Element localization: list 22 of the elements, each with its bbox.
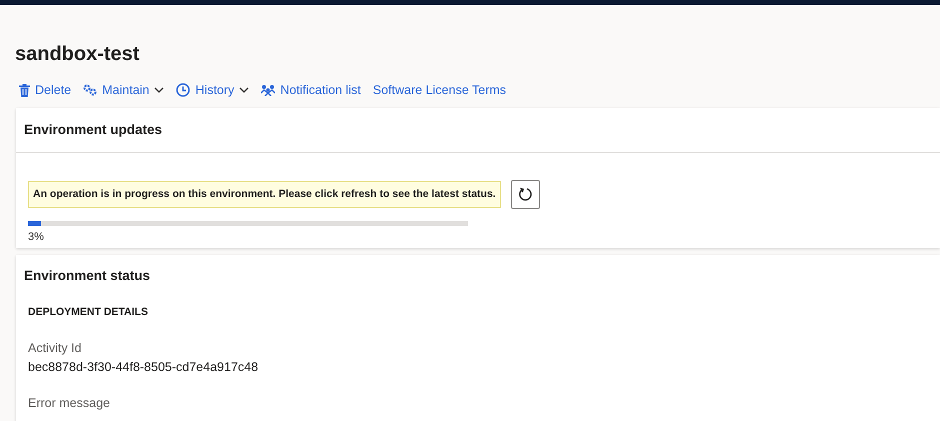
field-value: bec8878d-3f30-44f8-8505-cd7e4a917c48 <box>28 358 260 376</box>
card-title: Environment status <box>24 266 152 285</box>
page-title: sandbox-test <box>15 42 140 67</box>
clock-icon <box>176 83 190 98</box>
toolbar-button[interactable]: History <box>176 81 250 100</box>
section-heading: DEPLOYMENT DETAILS <box>28 305 149 320</box>
field-label: Activity Id <box>28 340 82 357</box>
field-label: Error message <box>28 395 111 412</box>
gears-icon <box>83 84 98 96</box>
people-icon <box>261 84 276 96</box>
chevron-down-icon <box>239 87 250 94</box>
progress-reading: 3% <box>28 230 45 245</box>
warning-message: An operation is in progress on this environment. Please click refresh to see the latest status. <box>28 180 501 208</box>
refresh-button[interactable] <box>510 180 540 209</box>
chevron-down-icon <box>154 87 164 94</box>
refresh-icon <box>518 187 533 202</box>
toolbar-button[interactable]: Software License Terms <box>372 81 506 100</box>
trash-icon <box>19 84 30 97</box>
toolbar-button[interactable]: Maintain <box>83 81 164 100</box>
card-title: Environment updates <box>16 108 940 153</box>
toolbar-button[interactable]: Notification list <box>261 81 361 100</box>
toolbar-button[interactable]: Delete <box>19 81 72 100</box>
